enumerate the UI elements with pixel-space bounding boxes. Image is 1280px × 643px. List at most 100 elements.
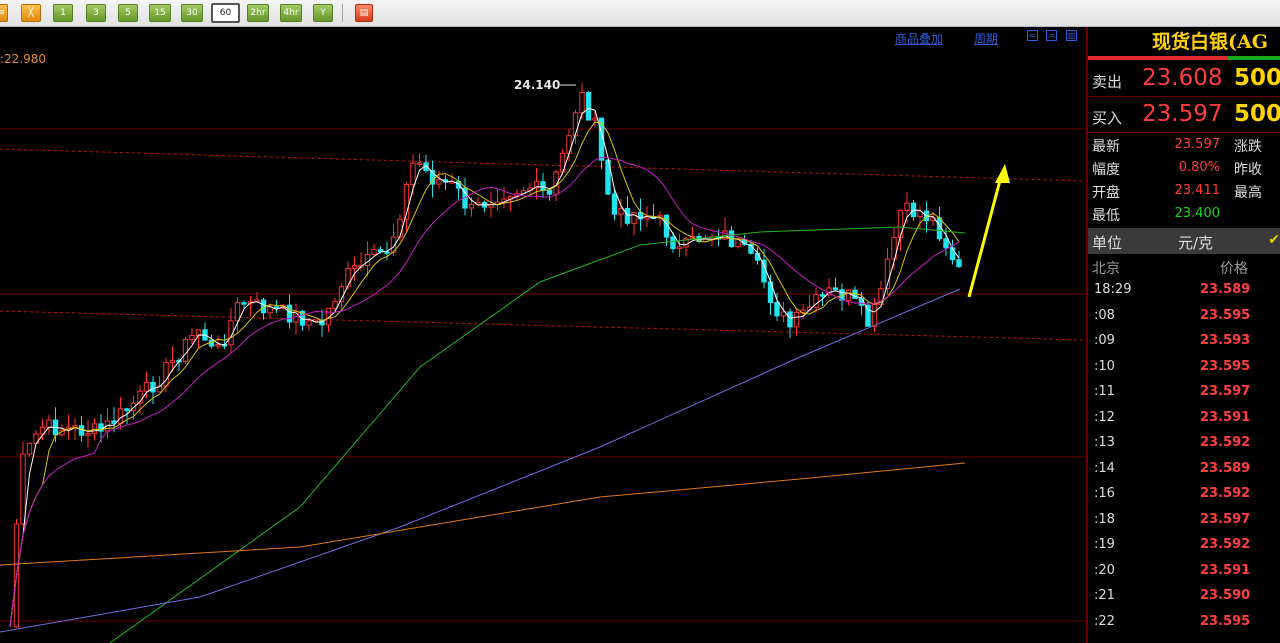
candle-body: [819, 294, 826, 297]
candle-body: [670, 236, 676, 250]
candle-body: [858, 297, 865, 306]
check-icon[interactable]: ✔: [1268, 232, 1280, 248]
tick-row[interactable]: :19 23.592: [1088, 533, 1280, 558]
candle-body: [182, 339, 189, 362]
timeframe-button-15[interactable]: 15: [149, 4, 171, 22]
tick-row[interactable]: :21 23.590: [1088, 584, 1280, 609]
stat-row: 最低 23.400: [1088, 203, 1280, 225]
ma5-line: [9, 107, 960, 627]
period-link[interactable]: 周期: [974, 30, 998, 47]
candle-body: [618, 207, 624, 215]
tick-price: 23.597: [1200, 511, 1251, 527]
tick-time: :09: [1094, 333, 1115, 348]
peak-price-label: 24.140: [514, 78, 560, 92]
candle-body: [871, 304, 878, 327]
stat-key-2: 最高: [1234, 185, 1262, 201]
candle-body: [169, 359, 176, 364]
candle-body: [611, 193, 618, 215]
stat-value: 23.597: [1174, 137, 1221, 152]
candle-body: [787, 311, 793, 328]
buy-sell-ratio-bar: [1088, 56, 1280, 60]
candle-body: [436, 179, 442, 185]
toolbar: ≡ ╳ 1 3 5 15 30 60 2hr 4hr Y ▤: [0, 0, 1280, 27]
tick-row[interactable]: :14 23.589: [1088, 457, 1280, 482]
candle-body: [793, 311, 800, 328]
chart-canvas[interactable]: 24.140: [0, 27, 1086, 643]
arrow-right-icon[interactable]: ⇒: [1046, 30, 1057, 41]
timeframe-button-4hr[interactable]: 4hr: [280, 4, 302, 22]
timeframe-button-1[interactable]: 1: [53, 4, 73, 22]
candle-body: [371, 249, 377, 256]
unit-bar[interactable]: 单位 元/克 ✔: [1088, 228, 1280, 254]
candle-body: [865, 304, 871, 327]
tick-row[interactable]: :08 23.595: [1088, 304, 1280, 329]
timeframe-button-3[interactable]: 3: [86, 4, 106, 22]
candle-body: [956, 259, 962, 268]
candle-body: [644, 216, 650, 220]
ma-readout: :22.980: [0, 52, 47, 66]
channel-line-lower: [0, 310, 1086, 341]
tick-price: 23.591: [1200, 409, 1251, 425]
tick-row[interactable]: 18:29 23.589: [1088, 278, 1280, 303]
candle-body: [91, 423, 98, 435]
candle-body: [20, 453, 26, 525]
buy-volume: 5000: [1234, 101, 1280, 127]
tick-time: :10: [1094, 358, 1115, 374]
tick-row[interactable]: :09 23.593: [1088, 329, 1280, 354]
tick-row[interactable]: :20 23.591: [1088, 559, 1280, 584]
arrow-left-icon[interactable]: ⇐: [1027, 30, 1038, 41]
tick-row[interactable]: :12 23.591: [1088, 406, 1280, 431]
tick-row[interactable]: :16 23.592: [1088, 482, 1280, 507]
grid-icon[interactable]: ▤: [355, 4, 373, 22]
tick-time: :21: [1094, 588, 1115, 603]
stat-row: 开盘 23.411 最高: [1088, 180, 1280, 202]
stat-key: 最新: [1092, 139, 1120, 155]
candle-body: [540, 181, 546, 191]
tick-row[interactable]: :22 23.595: [1088, 610, 1280, 635]
stat-value: 23.400: [1174, 206, 1221, 221]
candle-body: [468, 203, 475, 209]
quote-panel: 现货白银(AG 卖出 23.608 5000 买入 23.597 5000 最新…: [1086, 27, 1280, 643]
tick-price: 23.595: [1200, 613, 1251, 629]
candlestick-chart[interactable]: 24.140 :22.980 商品叠加 周期 ⇐ ⇒ ▥: [0, 27, 1086, 643]
tick-row[interactable]: :10 23.595: [1088, 355, 1280, 380]
stat-key: 幅度: [1092, 162, 1120, 178]
overlay-link[interactable]: 商品叠加: [895, 30, 943, 47]
stat-value: 23.411: [1174, 183, 1221, 198]
candle-body: [143, 381, 150, 392]
tick-row[interactable]: :11 23.597: [1088, 380, 1280, 405]
candle-body: [832, 287, 839, 291]
candle-body: [676, 246, 683, 250]
candle-body: [949, 247, 956, 261]
tick-time: :12: [1094, 409, 1115, 425]
trend-arrow-head: [995, 164, 1010, 183]
timeframe-button-60[interactable]: 60: [211, 3, 240, 23]
candle-body: [241, 302, 247, 305]
candle-body: [943, 238, 949, 249]
candle-body: [117, 408, 124, 424]
candle-body: [332, 301, 338, 309]
sell-quote-row: 卖出 23.608 5000: [1088, 62, 1280, 96]
timeframe-button-30[interactable]: 30: [181, 4, 203, 22]
unit-label: 单位: [1092, 234, 1123, 252]
layout-icon[interactable]: ▥: [1066, 30, 1077, 41]
candle-body: [351, 265, 358, 269]
candle-body: [897, 209, 904, 239]
toolbar-separator: [342, 4, 343, 22]
candle-body: [26, 442, 33, 455]
candle-body: [631, 211, 637, 224]
tick-row[interactable]: :18 23.597: [1088, 508, 1280, 533]
timeframe-button-Y[interactable]: Y: [313, 4, 333, 22]
candle-body: [624, 207, 631, 224]
candle-body: [546, 189, 553, 195]
tick-row[interactable]: :13 23.592: [1088, 431, 1280, 456]
tick-time: :08: [1094, 307, 1115, 323]
timeframe-button-2hr[interactable]: 2hr: [247, 4, 269, 22]
timeframe-button-5[interactable]: 5: [118, 4, 138, 22]
candle-body: [761, 259, 767, 283]
candle-body: [345, 267, 351, 288]
cross-icon[interactable]: ╳: [21, 4, 41, 22]
tick-time: :16: [1094, 486, 1115, 501]
menu-icon[interactable]: ≡: [0, 4, 8, 22]
candle-body: [234, 302, 241, 322]
